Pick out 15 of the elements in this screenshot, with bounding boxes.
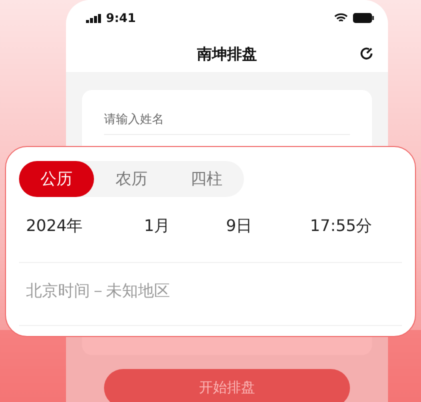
page-title: 南坤排盘 (197, 44, 257, 64)
date-value[interactable]: 9日 (226, 216, 310, 262)
battery-icon (353, 13, 374, 23)
date-value[interactable]: 2024年 (26, 216, 144, 262)
calendar-tab[interactable]: 四柱 (169, 161, 244, 197)
refresh-icon[interactable] (359, 46, 374, 61)
calendar-tab[interactable]: 公历 (19, 161, 94, 197)
date-value[interactable]: 17:55分 (310, 216, 395, 262)
name-field[interactable]: 请输入姓名 (104, 112, 350, 135)
date-value[interactable]: 1月 (144, 216, 226, 262)
status-time: 9:41 (106, 11, 136, 25)
location-text[interactable]: 北京时间－未知地区 (26, 281, 170, 300)
wifi-icon (334, 13, 348, 23)
signal-icon (86, 14, 101, 22)
calendar-tab[interactable]: 农历 (94, 161, 169, 197)
